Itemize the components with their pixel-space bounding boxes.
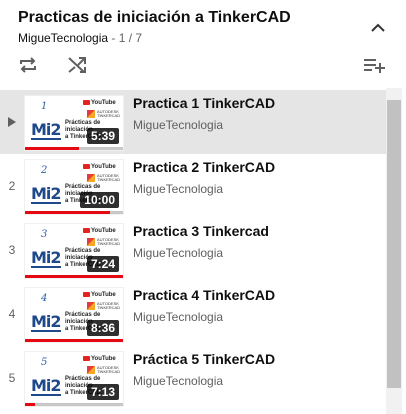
watch-progress-bar [25, 403, 123, 406]
tinkercad-logo-icon: AUTODESK TINKERCAD [97, 109, 121, 118]
thumbnail-number: 3 [41, 229, 48, 240]
tinkercad-logo-icon: AUTODESK TINKERCAD [97, 301, 121, 310]
video-title[interactable]: Practica 2 TinkerCAD [133, 159, 275, 175]
playlist-position: - 1 / 7 [108, 31, 143, 45]
playlist-item[interactable]: 2 2 YouTube AUTODESK TINKERCAD Mi2 Prácti… [0, 154, 386, 218]
now-playing-indicator [0, 90, 24, 154]
playlist-title[interactable]: Practicas de iniciación a TinkerCAD [18, 9, 291, 27]
watch-progress-fill [25, 211, 111, 214]
playlist-item[interactable]: 3 3 YouTube AUTODESK TINKERCAD Mi2 Prácti… [0, 218, 386, 282]
tinkercad-logo-icon [87, 238, 95, 246]
video-title[interactable]: Practica 4 TinkerCAD [133, 287, 275, 303]
video-duration: 5:39 [86, 128, 119, 144]
video-thumbnail[interactable]: 1 YouTube AUTODESK TINKERCAD Mi2 Práctica… [24, 95, 124, 151]
playlist-add-icon [364, 59, 385, 73]
youtube-logo-icon: YouTube [83, 356, 116, 362]
mi2-logo-icon: Mi2 [31, 312, 62, 331]
youtube-logo-icon: YouTube [83, 228, 116, 234]
play-arrow-icon [8, 117, 16, 127]
watch-progress-fill [25, 147, 79, 150]
playlist-panel: Practicas de iniciación a TinkerCAD Migu… [0, 0, 406, 414]
item-index: 5 [8, 371, 16, 385]
mi2-logo-icon: Mi2 [31, 248, 62, 267]
thumbnail-number: 2 [41, 165, 48, 176]
video-thumbnail[interactable]: 3 YouTube AUTODESK TINKERCAD Mi2 Práctica… [24, 223, 124, 279]
tinkercad-logo-icon: AUTODESK TINKERCAD [97, 237, 121, 246]
video-duration: 10:00 [80, 192, 119, 208]
video-thumbnail[interactable]: 4 YouTube AUTODESK TINKERCAD Mi2 Práctica… [24, 287, 124, 343]
video-thumbnail[interactable]: 2 YouTube AUTODESK TINKERCAD Mi2 Práctica… [24, 159, 124, 215]
playlist-subtitle: MigueTecnologia - 1 / 7 [18, 31, 142, 45]
watch-progress-bar [25, 147, 123, 150]
youtube-logo-icon: YouTube [83, 292, 116, 298]
tinkercad-logo-icon [87, 110, 95, 118]
video-duration: 7:24 [86, 256, 119, 272]
watch-progress-fill [25, 275, 123, 278]
logo-underline [31, 202, 61, 204]
video-duration: 7:13 [86, 384, 119, 400]
save-playlist-button[interactable] [362, 54, 386, 76]
playlist-item[interactable]: 4 4 YouTube AUTODESK TINKERCAD Mi2 Prácti… [0, 282, 386, 346]
logo-underline [31, 330, 61, 332]
loop-icon [20, 57, 36, 73]
mi2-logo-icon: Mi2 [31, 120, 62, 139]
mi2-logo-icon: Mi2 [31, 184, 62, 203]
playlist-header: Practicas de iniciación a TinkerCAD Migu… [0, 0, 406, 88]
tinkercad-logo-icon [87, 302, 95, 310]
thumbnail-number: 1 [41, 101, 48, 112]
video-channel[interactable]: MigueTecnologia [133, 118, 223, 132]
scrollbar-thumb[interactable] [387, 100, 401, 388]
thumbnail-number: 4 [41, 293, 48, 304]
playlist-item[interactable]: 1 YouTube AUTODESK TINKERCAD Mi2 Práctica… [0, 90, 386, 154]
item-index: 2 [8, 179, 16, 193]
video-thumbnail[interactable]: 5 YouTube AUTODESK TINKERCAD Mi2 Práctica… [24, 351, 124, 407]
item-index: 4 [8, 307, 16, 321]
watch-progress-bar [25, 211, 123, 214]
video-channel[interactable]: MigueTecnologia [133, 246, 223, 260]
logo-underline [31, 266, 61, 268]
logo-underline [31, 138, 61, 140]
youtube-logo-icon: YouTube [83, 164, 116, 170]
video-channel[interactable]: MigueTecnologia [133, 182, 223, 196]
watch-progress-bar [25, 275, 123, 278]
shuffle-icon [68, 57, 86, 73]
item-index: 3 [8, 243, 16, 257]
chevron-up-icon [371, 23, 385, 32]
tinkercad-logo-icon: AUTODESK TINKERCAD [97, 365, 121, 374]
video-channel[interactable]: MigueTecnologia [133, 374, 223, 388]
loop-button[interactable] [16, 54, 40, 76]
video-title[interactable]: Práctica 5 TinkerCAD [133, 351, 275, 367]
mi2-logo-icon: Mi2 [31, 376, 62, 395]
tinkercad-logo-icon [87, 366, 95, 374]
collapse-button[interactable] [366, 16, 390, 40]
playlist-owner[interactable]: MigueTecnologia [18, 31, 108, 45]
video-title[interactable]: Practica 3 Tinkercad [133, 223, 269, 239]
tinkercad-logo-icon: AUTODESK TINKERCAD [97, 173, 121, 182]
thumbnail-number: 5 [41, 357, 48, 368]
logo-underline [31, 394, 61, 396]
video-channel[interactable]: MigueTecnologia [133, 310, 223, 324]
watch-progress-fill [25, 339, 123, 342]
video-title[interactable]: Practica 1 TinkerCAD [133, 95, 275, 111]
playlist-items: 1 YouTube AUTODESK TINKERCAD Mi2 Práctica… [0, 88, 386, 414]
playlist-item[interactable]: 5 5 YouTube AUTODESK TINKERCAD Mi2 Prácti… [0, 346, 386, 410]
video-duration: 8:36 [86, 320, 119, 336]
tinkercad-logo-icon [87, 174, 95, 182]
watch-progress-fill [25, 403, 35, 406]
youtube-logo-icon: YouTube [83, 100, 116, 106]
shuffle-button[interactable] [65, 54, 89, 76]
watch-progress-bar [25, 339, 123, 342]
